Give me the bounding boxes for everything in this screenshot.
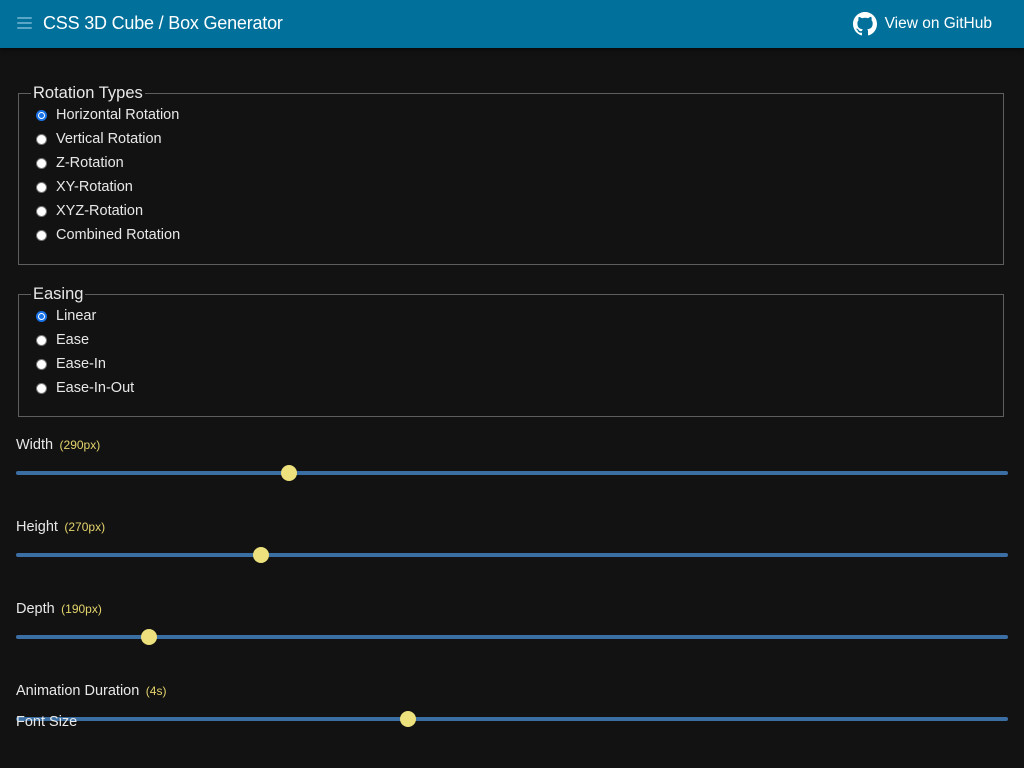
depth-value: (190px)	[61, 602, 102, 616]
depth-label: Depth	[16, 601, 55, 617]
height-value: (270px)	[64, 520, 106, 534]
easing-option-label: Linear	[56, 308, 97, 324]
radio-button[interactable]	[36, 109, 47, 121]
rotation-option-label: Z-Rotation	[56, 155, 124, 171]
radio-button[interactable]	[36, 310, 47, 322]
rotation-option-label: Vertical Rotation	[56, 131, 162, 147]
app-title: CSS 3D Cube / Box Generator	[43, 13, 283, 33]
duration-value: (4s)	[145, 684, 167, 698]
github-link-label: View on GitHub	[884, 15, 992, 32]
height-label: Height	[16, 519, 58, 535]
duration-slider[interactable]	[16, 711, 1008, 727]
rotation-types-legend: Rotation Types	[33, 84, 143, 102]
duration-slider-thumb[interactable]	[399, 711, 416, 727]
easing-fieldset: Easing Linear Ease Ease-In Ease-In-Out	[18, 285, 1004, 417]
rotation-option-label: XY-Rotation	[56, 179, 133, 195]
rotation-option-label: Horizontal Rotation	[56, 107, 180, 123]
rotation-types-fieldset: Rotation Types Horizontal Rotation Vertic…	[18, 84, 1004, 265]
width-slider-thumb[interactable]	[280, 465, 297, 481]
rotation-options: Horizontal Rotation Vertical Rotation Z-Ro…	[19, 103, 1003, 247]
radio-button[interactable]	[36, 181, 47, 193]
top-app-bar: CSS 3D Cube / Box Generator View on GitH…	[0, 0, 1024, 48]
easing-legend: Easing	[33, 285, 84, 303]
depth-slider-thumb[interactable]	[140, 629, 157, 645]
radio-button[interactable]	[36, 205, 47, 217]
width-slider-group: Width (290px)	[16, 436, 1008, 481]
height-slider[interactable]	[16, 547, 1008, 563]
easing-option-label: Ease	[56, 332, 90, 348]
easing-option[interactable]: Linear	[19, 304, 1003, 328]
easing-option[interactable]: Ease-In	[19, 352, 1003, 376]
easing-option[interactable]: Ease-In-Out	[19, 376, 1003, 400]
github-icon	[852, 12, 877, 36]
width-label: Width	[16, 437, 54, 453]
rotation-option[interactable]: Vertical Rotation	[19, 127, 1003, 151]
depth-slider[interactable]	[16, 629, 1008, 645]
radio-button[interactable]	[36, 157, 47, 169]
radio-button[interactable]	[36, 382, 47, 394]
rotation-option[interactable]: Z-Rotation	[19, 151, 1003, 175]
easing-option-label: Ease-In	[56, 356, 106, 372]
easing-option[interactable]: Ease	[19, 328, 1003, 352]
height-slider-thumb[interactable]	[253, 547, 270, 563]
depth-slider-group: Depth (190px)	[16, 600, 1008, 645]
radio-button[interactable]	[36, 229, 47, 241]
rotation-option-label: Combined Rotation	[56, 227, 181, 243]
rotation-option-label: XYZ-Rotation	[56, 203, 144, 219]
duration-label: Animation Duration	[16, 683, 140, 699]
width-value: (290px)	[59, 438, 101, 452]
width-slider[interactable]	[16, 465, 1008, 481]
rotation-option[interactable]: Horizontal Rotation	[19, 103, 1003, 127]
easing-option-label: Ease-In-Out	[56, 380, 135, 396]
duration-slider-group: Animation Duration (4s)	[16, 682, 1008, 727]
rotation-option[interactable]: Combined Rotation	[19, 223, 1003, 247]
font-size-label: Font Size	[16, 714, 78, 730]
radio-button[interactable]	[36, 358, 47, 370]
radio-button[interactable]	[36, 334, 47, 346]
rotation-option[interactable]: XY-Rotation	[19, 175, 1003, 199]
github-link[interactable]: View on GitHub	[852, 12, 992, 36]
hamburger-icon[interactable]	[17, 17, 32, 30]
easing-options: Linear Ease Ease-In Ease-In-Out	[19, 304, 1003, 400]
height-slider-group: Height (270px)	[16, 518, 1008, 563]
radio-button[interactable]	[36, 133, 47, 145]
rotation-option[interactable]: XYZ-Rotation	[19, 199, 1003, 223]
